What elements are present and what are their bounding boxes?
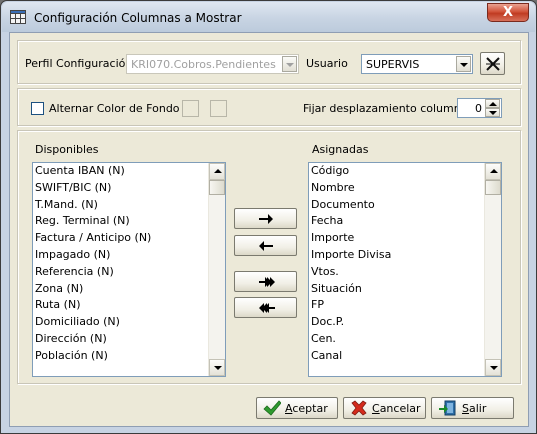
scroll-thumb[interactable] <box>485 180 501 195</box>
exit-door-icon <box>439 400 456 416</box>
disponibles-item[interactable]: Zona (N) <box>33 281 208 298</box>
asignadas-item[interactable]: Canal <box>309 348 484 365</box>
asignadas-scrollbar[interactable] <box>484 163 501 376</box>
accept-label: Aceptar <box>285 402 328 415</box>
disponibles-item[interactable]: Cuenta IBAN (N) <box>33 163 208 180</box>
exit-button[interactable]: Salir <box>431 397 514 419</box>
alternar-label[interactable]: Alternar Color de Fondo <box>49 102 180 115</box>
move-right-button[interactable] <box>234 208 297 229</box>
color-swatch-1[interactable] <box>182 100 199 117</box>
options-group: Alternar Color de Fondo Fijar desplazami… <box>17 88 521 126</box>
double-arrow-left-icon <box>259 303 275 313</box>
columns-group: Disponibles Asignadas Cuenta IBAN (N) SWI… <box>17 130 521 384</box>
disponibles-item[interactable]: SWIFT/BIC (N) <box>33 180 208 197</box>
exit-label: Salir <box>462 402 487 415</box>
checkmark-icon <box>263 400 281 416</box>
clear-x-icon <box>486 57 500 71</box>
perfil-combo: KRI070.Cobros.Pendientes <box>126 54 299 74</box>
fijar-value: 0 <box>475 102 482 115</box>
move-left-button[interactable] <box>234 235 297 256</box>
asignadas-item[interactable]: Vtos. <box>309 264 484 281</box>
color-swatch-2[interactable] <box>210 100 227 117</box>
clear-user-button[interactable] <box>480 52 505 75</box>
perfil-value: KRI070.Cobros.Pendientes <box>131 58 276 71</box>
asignadas-item[interactable]: Código <box>309 163 484 180</box>
arrow-right-icon <box>259 214 273 224</box>
disponibles-item[interactable]: Ruta (N) <box>33 297 208 314</box>
disponibles-item[interactable]: Impagado (N) <box>33 247 208 264</box>
disponibles-item[interactable]: Población (N) <box>33 348 208 365</box>
asignadas-item[interactable]: Fecha <box>309 213 484 230</box>
asignadas-item[interactable]: Doc.P. <box>309 314 484 331</box>
close-icon: X <box>502 5 514 20</box>
scroll-down-icon[interactable] <box>209 359 225 376</box>
cancel-button[interactable]: Cancelar <box>343 397 426 419</box>
asignadas-item[interactable]: Importe Divisa <box>309 247 484 264</box>
chevron-down-icon[interactable] <box>456 56 471 72</box>
asignadas-item[interactable]: Situación <box>309 281 484 298</box>
disponibles-item[interactable]: T.Mand. (N) <box>33 197 208 214</box>
spin-down-icon[interactable] <box>485 108 500 117</box>
asignadas-header: Asignadas <box>312 143 369 156</box>
alternar-checkbox[interactable] <box>31 102 44 115</box>
cancel-label: Cancelar <box>372 402 421 415</box>
disponibles-item[interactable]: Domiciliado (N) <box>33 314 208 331</box>
dialog-window: Configuración Columnas a Mostrar X Perfi… <box>0 0 537 434</box>
spin-up-icon[interactable] <box>485 99 500 108</box>
cancel-x-icon <box>351 400 367 416</box>
window-title: Configuración Columnas a Mostrar <box>34 11 242 25</box>
asignadas-list[interactable]: Código Nombre Documento Fecha Importe Importe… <box>308 162 502 377</box>
asignadas-item[interactable]: Cen. <box>309 331 484 348</box>
disponibles-item[interactable]: Referencia (N) <box>33 264 208 281</box>
fijar-spinner[interactable]: 0 <box>457 98 502 118</box>
scroll-up-icon[interactable] <box>485 163 501 180</box>
usuario-value: SUPERVIS <box>366 58 420 71</box>
disponibles-item[interactable]: Factura / Anticipo (N) <box>33 230 208 247</box>
disponibles-item[interactable]: Dirección (N) <box>33 331 208 348</box>
disponibles-header: Disponibles <box>35 143 99 156</box>
window-close-button[interactable]: X <box>487 3 529 22</box>
move-all-left-button[interactable] <box>234 297 297 318</box>
perfil-label: Perfil Configuración <box>25 57 133 70</box>
usuario-combo[interactable]: SUPERVIS <box>361 54 473 74</box>
config-group: Perfil Configuración KRI070.Cobros.Pendi… <box>17 40 521 84</box>
scroll-up-icon[interactable] <box>209 163 225 180</box>
scroll-down-icon[interactable] <box>485 359 501 376</box>
scroll-thumb[interactable] <box>209 180 225 195</box>
dialog-client-area: Perfil Configuración KRI070.Cobros.Pendi… <box>9 32 529 427</box>
double-arrow-right-icon <box>259 277 275 287</box>
disponibles-item[interactable]: Reg. Terminal (N) <box>33 213 208 230</box>
asignadas-item[interactable]: Importe <box>309 230 484 247</box>
asignadas-item[interactable]: Documento <box>309 197 484 214</box>
app-grid-icon <box>10 10 26 24</box>
asignadas-item[interactable]: FP <box>309 297 484 314</box>
chevron-down-icon <box>282 56 297 72</box>
disponibles-scrollbar[interactable] <box>208 163 225 376</box>
arrow-left-icon <box>259 241 273 251</box>
disponibles-list[interactable]: Cuenta IBAN (N) SWIFT/BIC (N) T.Mand. (N) R… <box>32 162 226 377</box>
fijar-label: Fijar desplazamiento columnas: <box>303 102 477 115</box>
title-bar[interactable]: Configuración Columnas a Mostrar X <box>2 2 535 32</box>
usuario-label: Usuario <box>306 57 348 70</box>
accept-button[interactable]: Aceptar <box>256 397 338 419</box>
asignadas-item[interactable]: Nombre <box>309 180 484 197</box>
move-all-right-button[interactable] <box>234 271 297 292</box>
